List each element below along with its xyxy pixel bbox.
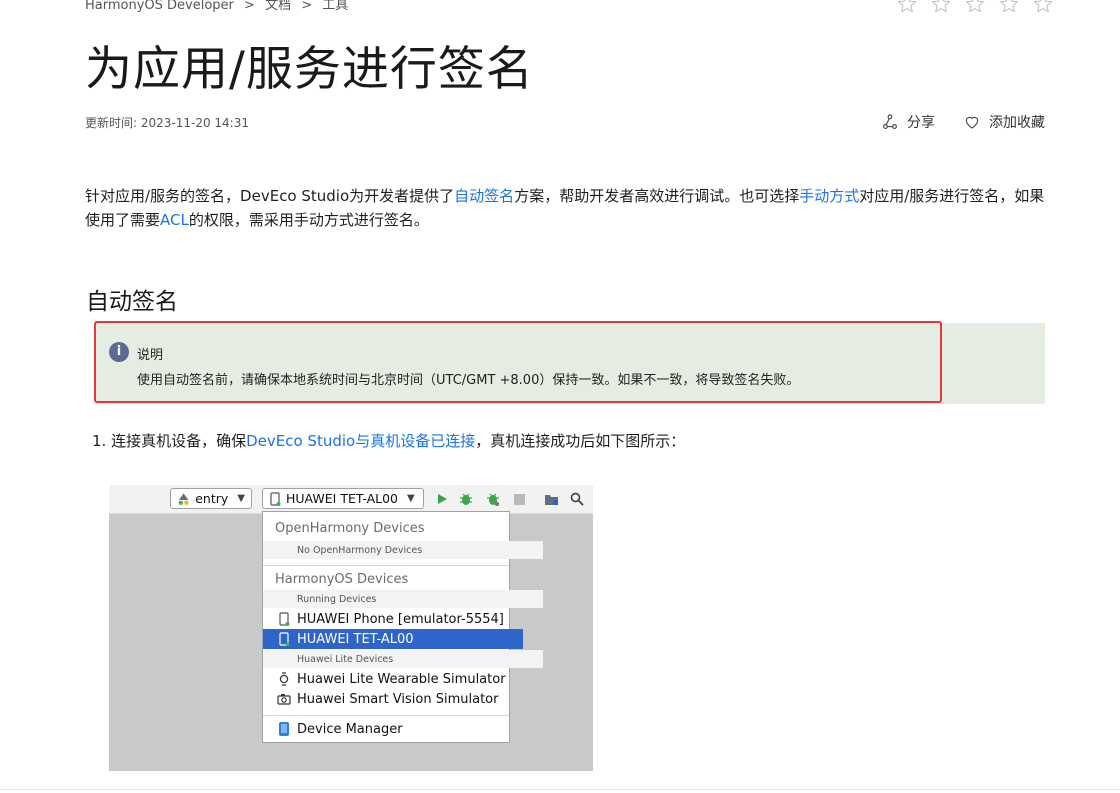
- page-actions: 分享 添加收藏: [881, 112, 1045, 132]
- intro-text: 针对应用/服务的签名，DevEco Studio为开发者提供了: [85, 187, 455, 205]
- device-item-label: Huawei Smart Vision Simulator: [297, 691, 499, 707]
- device-item-vision[interactable]: Huawei Smart Vision Simulator: [263, 689, 523, 709]
- camera-icon: [277, 692, 291, 706]
- acl-link[interactable]: ACL: [160, 211, 189, 229]
- device-manager-item[interactable]: Device Manager: [263, 719, 523, 739]
- ide-screenshot: entry ▼ HUAWEI TET-AL00 ▼ OpenHarmony De…: [109, 485, 593, 771]
- phone-icon: [270, 491, 281, 506]
- note-body: 使用自动签名前，请确保本地系统时间与北京时间（UTC/GMT +8.00）保持一…: [137, 373, 800, 388]
- share-button[interactable]: 分享: [881, 112, 935, 132]
- dropdown-divider: [263, 565, 509, 566]
- breadcrumb-tools[interactable]: 工具: [322, 0, 348, 13]
- device-item-label: Device Manager: [297, 721, 403, 737]
- chevron-down-icon: ▼: [407, 493, 415, 504]
- updated-time: 更新时间: 2023-11-20 14:31: [85, 116, 249, 130]
- dropdown-divider: [263, 715, 509, 716]
- manual-sign-link[interactable]: 手动方式: [799, 187, 859, 205]
- module-icon: [178, 492, 189, 505]
- device-selector[interactable]: HUAWEI TET-AL00 ▼: [262, 488, 424, 509]
- dropdown-subheader: No OpenHarmony Devices: [263, 541, 543, 559]
- favorite-label: 添加收藏: [989, 115, 1045, 131]
- attach-debugger-button[interactable]: [484, 490, 502, 508]
- play-icon: [438, 494, 447, 504]
- bottom-divider: [0, 789, 1120, 790]
- phone-icon: [277, 612, 291, 626]
- dropdown-group-openharmony: OpenHarmony Devices: [275, 520, 425, 536]
- dropdown-subheader: Huawei Lite Devices: [263, 650, 543, 668]
- breadcrumb-separator: >: [301, 0, 313, 13]
- heart-icon: [965, 116, 979, 129]
- star-icon[interactable]: [892, 0, 922, 14]
- rating-stars: [892, 0, 1058, 14]
- bug-attach-icon: [487, 493, 500, 506]
- module-selector[interactable]: entry ▼: [170, 488, 252, 509]
- step-text: 1. 连接真机设备，确保: [92, 432, 247, 450]
- debug-button[interactable]: [457, 490, 475, 508]
- auto-sign-link[interactable]: 自动签名: [454, 187, 514, 205]
- breadcrumb-docs[interactable]: 文档: [265, 0, 291, 13]
- star-icon[interactable]: [994, 0, 1024, 14]
- search-button[interactable]: [568, 490, 586, 508]
- breadcrumb-separator: >: [244, 0, 255, 13]
- share-icon: [883, 114, 897, 129]
- folder-icon: [544, 494, 558, 505]
- breadcrumb: HarmonyOS Developer > 文档 > 工具: [85, 0, 354, 13]
- search-icon: [570, 492, 584, 506]
- run-button[interactable]: [433, 490, 451, 508]
- breadcrumb-home[interactable]: HarmonyOS Developer: [85, 0, 234, 13]
- share-label: 分享: [907, 115, 935, 131]
- favorite-button[interactable]: 添加收藏: [963, 112, 1045, 132]
- intro-paragraph: 针对应用/服务的签名，DevEco Studio为开发者提供了自动签名方案，帮助…: [85, 184, 1045, 232]
- device-name: HUAWEI TET-AL00: [286, 491, 399, 506]
- highlight-frame: [94, 321, 942, 403]
- bug-icon: [460, 493, 472, 505]
- page-title: 为应用/服务进行签名: [85, 42, 534, 97]
- device-item-phone[interactable]: HUAWEI Phone [emulator-5554]: [263, 609, 523, 629]
- device-connect-link[interactable]: DevEco Studio与真机设备已连接: [246, 432, 475, 450]
- device-item-wearable[interactable]: Huawei Lite Wearable Simulator: [263, 669, 523, 689]
- device-item-label: HUAWEI Phone [emulator-5554]: [297, 611, 504, 627]
- dropdown-subheader: Running Devices: [263, 590, 543, 608]
- device-manager-icon: [277, 722, 291, 736]
- intro-text: 方案，帮助开发者高效进行调试。也可选择: [514, 187, 800, 205]
- section-heading: 自动签名: [86, 289, 178, 315]
- watch-icon: [277, 672, 291, 686]
- star-icon[interactable]: [926, 0, 956, 14]
- intro-text: 的权限，需采用手动方式进行签名。: [188, 211, 429, 229]
- stop-icon: [513, 493, 525, 505]
- dropdown-group-harmonyos: HarmonyOS Devices: [275, 571, 409, 587]
- chevron-down-icon: ▼: [237, 493, 245, 504]
- device-dropdown: OpenHarmony Devices No OpenHarmony Devic…: [262, 511, 543, 743]
- device-item-label: Huawei Lite Wearable Simulator: [297, 671, 506, 687]
- star-icon[interactable]: [960, 0, 990, 14]
- phone-icon: [277, 632, 291, 646]
- ide-toolbar: entry ▼ HUAWEI TET-AL00 ▼: [109, 485, 593, 514]
- project-structure-button[interactable]: [542, 490, 560, 508]
- star-icon[interactable]: [1028, 0, 1058, 14]
- step-text: ，真机连接成功后如下图所示：: [475, 432, 686, 450]
- stop-button[interactable]: [510, 490, 528, 508]
- module-name: entry: [195, 491, 229, 506]
- note-title: 说明: [137, 348, 164, 363]
- device-item-tet-al00[interactable]: HUAWEI TET-AL00: [263, 629, 523, 649]
- device-item-label: HUAWEI TET-AL00: [297, 631, 414, 647]
- step-1: 1. 连接真机设备，确保DevEco Studio与真机设备已连接，真机连接成功…: [92, 430, 685, 451]
- info-icon: i: [109, 342, 129, 362]
